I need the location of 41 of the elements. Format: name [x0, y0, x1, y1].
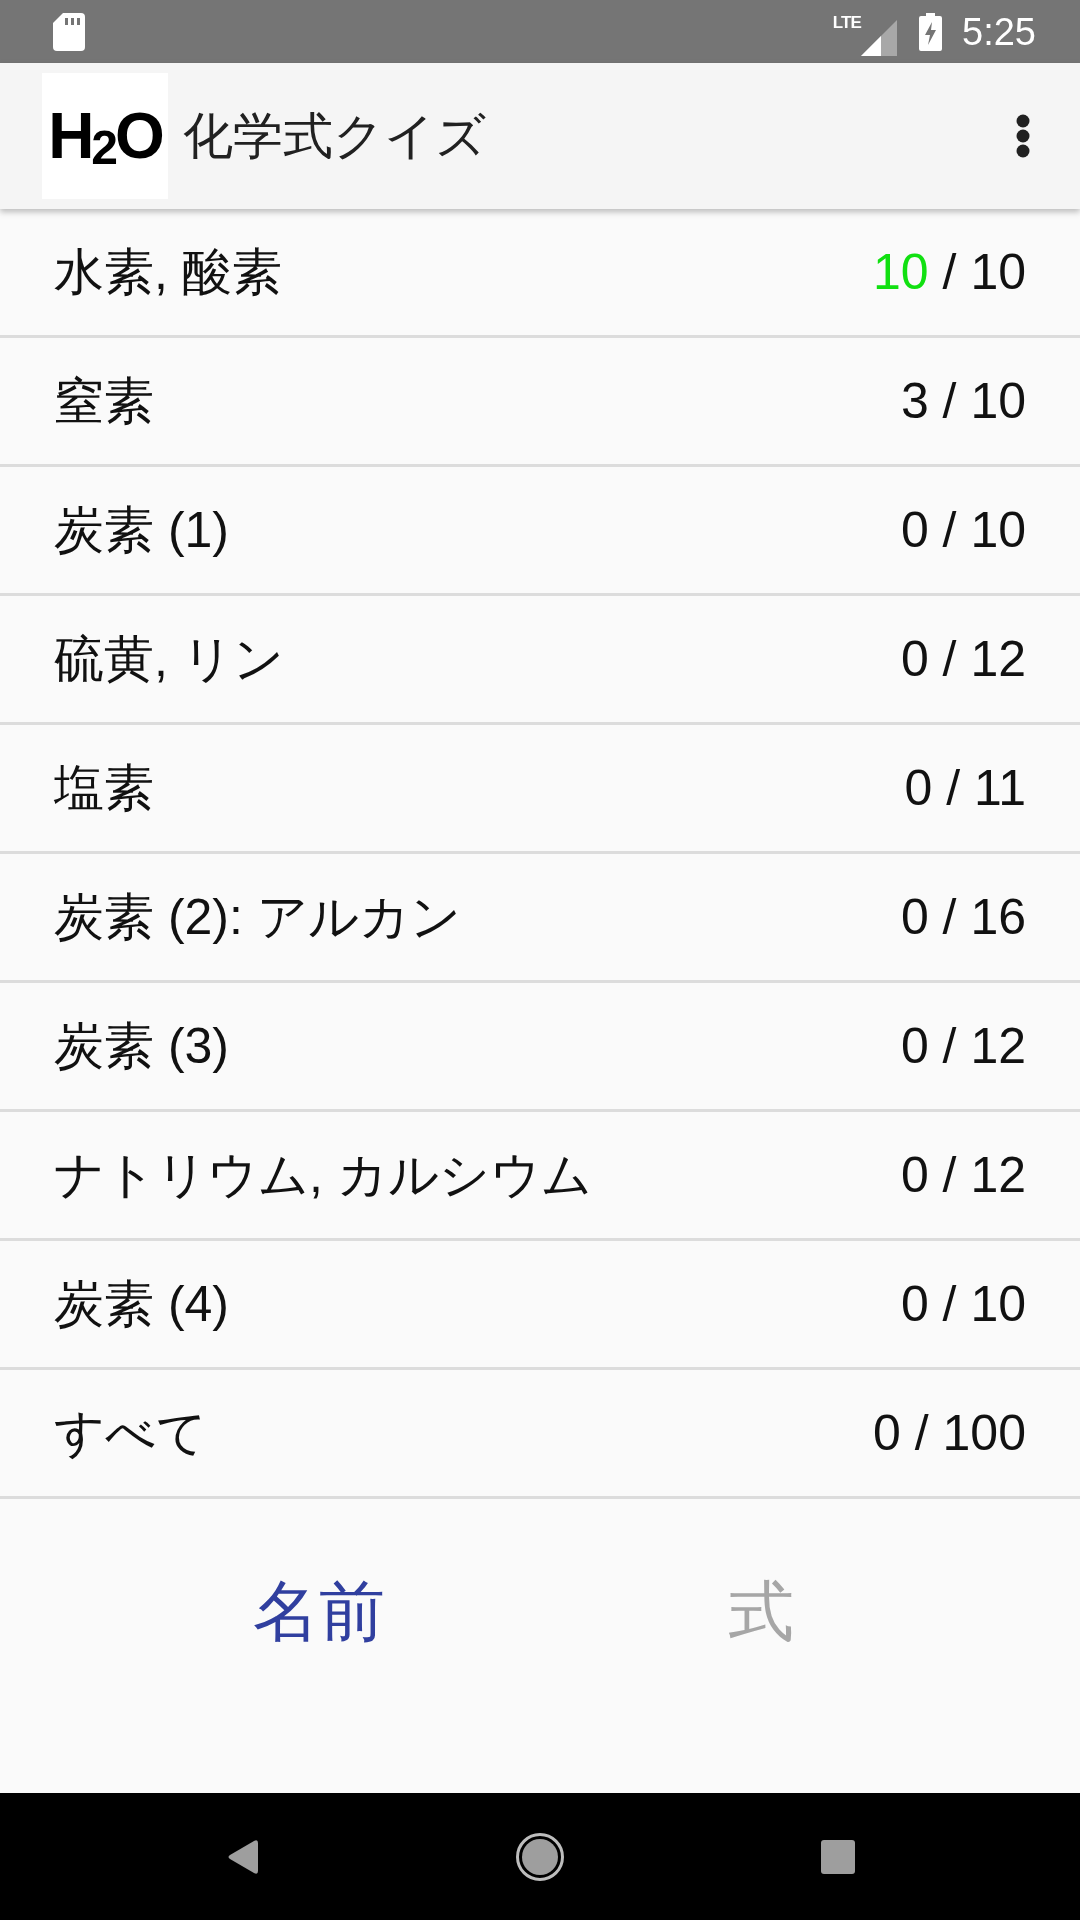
topic-name: 炭素 (4)	[54, 1279, 229, 1329]
home-icon[interactable]	[516, 1832, 564, 1881]
app-logo: H$_{2}$O	[42, 73, 168, 199]
tab[interactable]: 名前	[98, 1499, 540, 1723]
signal-icon	[861, 19, 898, 56]
topic-name: 炭素 (2): アルカン	[54, 892, 461, 942]
topic-name: 窒素	[54, 376, 154, 426]
quiz-topic-row[interactable]: 炭素 (1) 0 / 10	[0, 467, 1080, 596]
score-text: 0 / 10	[900, 505, 1026, 555]
recents-icon[interactable]	[821, 1839, 855, 1874]
quiz-topic-row[interactable]: すべて 0 / 100	[0, 1370, 1080, 1499]
score-text: 10 / 10	[873, 247, 1026, 297]
quiz-topic-row[interactable]: 炭素 (2): アルカン 0 / 16	[0, 854, 1080, 983]
quiz-topic-row[interactable]: 塩素 0 / 11	[0, 725, 1080, 854]
sd-card-icon	[53, 12, 85, 51]
topic-name: ナトリウム, カルシウム	[54, 1150, 592, 1200]
app-title: 化学式クイズ	[183, 111, 486, 161]
score-text: 0 / 100	[873, 1408, 1026, 1458]
quiz-topic-row[interactable]: 水素, 酸素 10 / 10	[0, 209, 1080, 338]
topic-name: 硫黄, リン	[54, 634, 284, 684]
topic-name: 炭素 (3)	[54, 1021, 229, 1071]
quiz-topic-row[interactable]: 炭素 (3) 0 / 12	[0, 983, 1080, 1112]
score-text: 0 / 12	[900, 634, 1026, 684]
score-text: 0 / 16	[900, 892, 1026, 942]
topic-name: 塩素	[54, 763, 154, 813]
back-icon[interactable]	[226, 1838, 258, 1875]
score-text: 3 / 10	[900, 376, 1026, 426]
score-text: 0 / 12	[900, 1150, 1026, 1200]
network-type-label: LTE	[832, 14, 862, 31]
score-text: 0 / 11	[904, 763, 1026, 813]
quiz-topic-row[interactable]: 炭素 (4) 0 / 10	[0, 1241, 1080, 1370]
battery-charging-icon	[919, 12, 943, 51]
quiz-topic-row[interactable]: 窒素 3 / 10	[0, 338, 1080, 467]
topic-name: 炭素 (1)	[54, 505, 229, 555]
score-text: 0 / 10	[900, 1279, 1026, 1329]
quiz-topic-row[interactable]: 硫黄, リン 0 / 12	[0, 596, 1080, 725]
score-text: 0 / 12	[900, 1021, 1026, 1071]
topic-name: すべて	[54, 1408, 207, 1458]
quiz-topic-row[interactable]: ナトリウム, カルシウム 0 / 12	[0, 1112, 1080, 1241]
clock-time: 5:25	[962, 12, 1036, 51]
topic-name: 水素, 酸素	[54, 247, 282, 297]
